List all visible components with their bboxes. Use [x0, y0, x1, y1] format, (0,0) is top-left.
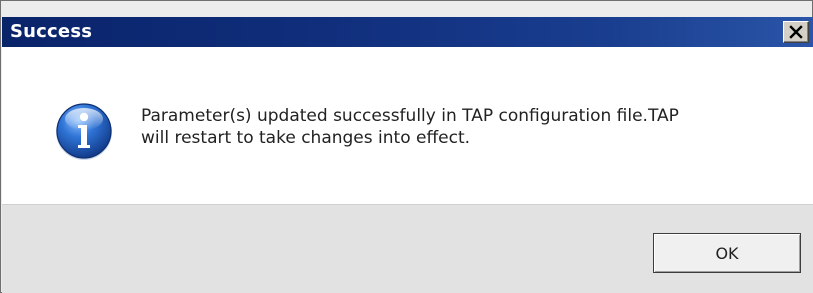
title-bar[interactable]: Success [2, 17, 813, 47]
ok-button[interactable]: OK [653, 233, 801, 273]
dialog-message: Parameter(s) updated successfully in TAP… [141, 105, 781, 149]
dialog-title: Success [10, 21, 93, 42]
dialog-content: Parameter(s) updated successfully in TAP… [2, 47, 813, 204]
message-line-1: Parameter(s) updated successfully in TAP… [141, 106, 679, 126]
close-button[interactable] [783, 21, 809, 43]
message-dialog: Success Parameter(s) updated successfull… [0, 0, 813, 293]
close-icon [789, 25, 803, 39]
dialog-footer: OK [2, 204, 813, 293]
info-icon [56, 103, 112, 160]
message-line-2: will restart to take changes into effect… [141, 128, 471, 148]
dialog-top-strip [1, 1, 812, 17]
